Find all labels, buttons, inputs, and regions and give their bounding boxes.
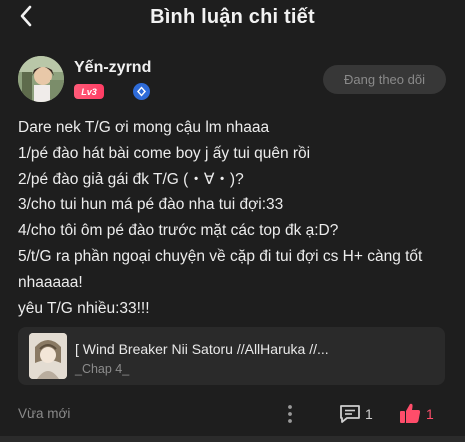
- comment-body: Dare nek T/G ơi mong cậu lm nhaaa 1/pé đ…: [18, 115, 450, 321]
- comment-author: Yến-zyrnd Lv3 Đang theo dõi: [18, 56, 448, 108]
- story-title: [ Wind Breaker Nii Satoru //AllHaruka //…: [75, 341, 329, 357]
- comment-line: 1/pé đào hát bài come boy j ấy tui quên …: [18, 144, 311, 162]
- avatar-image: [18, 56, 64, 102]
- more-button[interactable]: [282, 403, 298, 425]
- comment-line: Dare nek T/G ơi mong cậu lm nhaaa: [18, 119, 270, 136]
- avatar[interactable]: [18, 56, 64, 102]
- diamond-verified-icon: [133, 83, 150, 100]
- comment-line: 3/cho tui hun má pé đào nha tui đợi:33: [18, 196, 284, 214]
- comment-line: 4/cho tôi ôm pé đào trước mặt các top đk…: [18, 222, 339, 240]
- comment-line: 5/t/G ra phần ngoại chuyện về cặp đi tui…: [18, 247, 423, 291]
- timestamp: Vừa mới: [18, 406, 71, 421]
- comment-count: 1: [365, 406, 373, 422]
- top-bar: Bình luận chi tiết: [0, 0, 465, 34]
- reply-button[interactable]: 1: [339, 404, 399, 424]
- thumbs-up-icon: [400, 403, 421, 423]
- level-badge: Lv3: [74, 84, 104, 99]
- like-count: 1: [426, 406, 434, 422]
- comment-line: 2/pé đào giả gái đk T/G (・∀・)?: [18, 170, 244, 188]
- comment-actions: Vừa mới 1 1: [18, 399, 445, 429]
- comment-line: yêu T/G nhiều:33!!!: [18, 299, 150, 317]
- page-title: Bình luận chi tiết: [150, 5, 315, 28]
- more-vertical-icon: [288, 405, 292, 423]
- story-chapter: _Chap 4_: [75, 362, 130, 376]
- story-card[interactable]: [ Wind Breaker Nii Satoru //AllHaruka //…: [18, 327, 445, 385]
- chevron-left-icon: [20, 5, 32, 27]
- like-button[interactable]: 1: [399, 402, 449, 426]
- story-cover: [29, 333, 67, 379]
- author-name[interactable]: Yến-zyrnd: [74, 59, 151, 77]
- comment-icon: [340, 405, 360, 423]
- back-button[interactable]: [14, 4, 38, 28]
- next-item-edge: [0, 436, 465, 442]
- following-button[interactable]: Đang theo dõi: [323, 65, 446, 94]
